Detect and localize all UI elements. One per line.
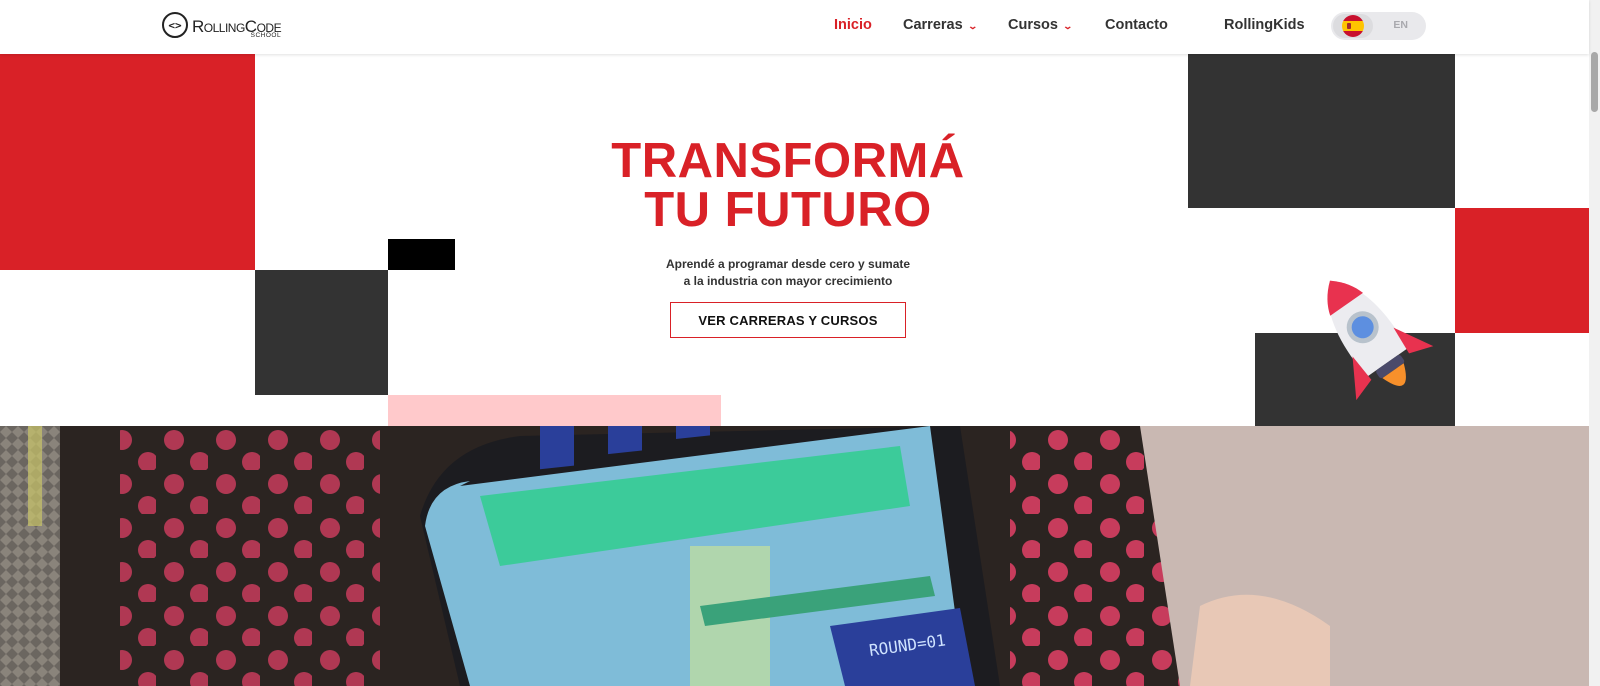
scrollbar-thumb[interactable] — [1591, 52, 1598, 112]
nav-item-inicio[interactable]: Inicio — [834, 17, 872, 33]
nav-item-contacto[interactable]: Contacto — [1105, 17, 1168, 33]
decor-block-dark — [255, 270, 388, 395]
brand-logo[interactable]: <> RollingCode SCHOOL — [162, 10, 282, 44]
decor-block-black — [388, 239, 455, 270]
decor-block-pink — [388, 395, 721, 426]
language-option-en: EN — [1393, 19, 1408, 31]
nav-item-cursos[interactable]: Cursos ⌄ — [1008, 17, 1074, 33]
nav-item-rollingkids[interactable]: RollingKids — [1224, 17, 1305, 33]
decor-block-red — [1455, 208, 1589, 333]
language-toggle-knob — [1333, 14, 1373, 38]
spain-flag-icon — [1342, 15, 1364, 37]
rocket-icon — [1327, 280, 1434, 401]
see-careers-button[interactable]: VER CARRERAS Y CURSOS — [670, 302, 906, 338]
logo-subtitle: SCHOOL — [250, 32, 282, 39]
hero-video[interactable]: ROUND=01 — [0, 426, 1589, 686]
language-toggle[interactable]: EN — [1331, 12, 1426, 40]
hero-subtitle: Aprendé a programar desde cero y sumate … — [665, 257, 911, 288]
chevron-down-icon: ⌄ — [1062, 20, 1074, 31]
page-scrollbar[interactable] — [1589, 0, 1600, 686]
code-brackets-icon: <> — [162, 12, 188, 38]
decor-block-red — [0, 54, 255, 270]
hero-title: TRANSFORMÁ TU FUTURO — [611, 134, 965, 237]
nav-item-carreras[interactable]: Carreras ⌄ — [903, 17, 978, 33]
decor-block-dark — [1188, 54, 1455, 208]
chevron-down-icon: ⌄ — [967, 20, 978, 31]
navbar: <> RollingCode SCHOOL Inicio Carreras ⌄ … — [0, 0, 1589, 54]
arcade-video-frame: ROUND=01 — [0, 426, 1589, 686]
